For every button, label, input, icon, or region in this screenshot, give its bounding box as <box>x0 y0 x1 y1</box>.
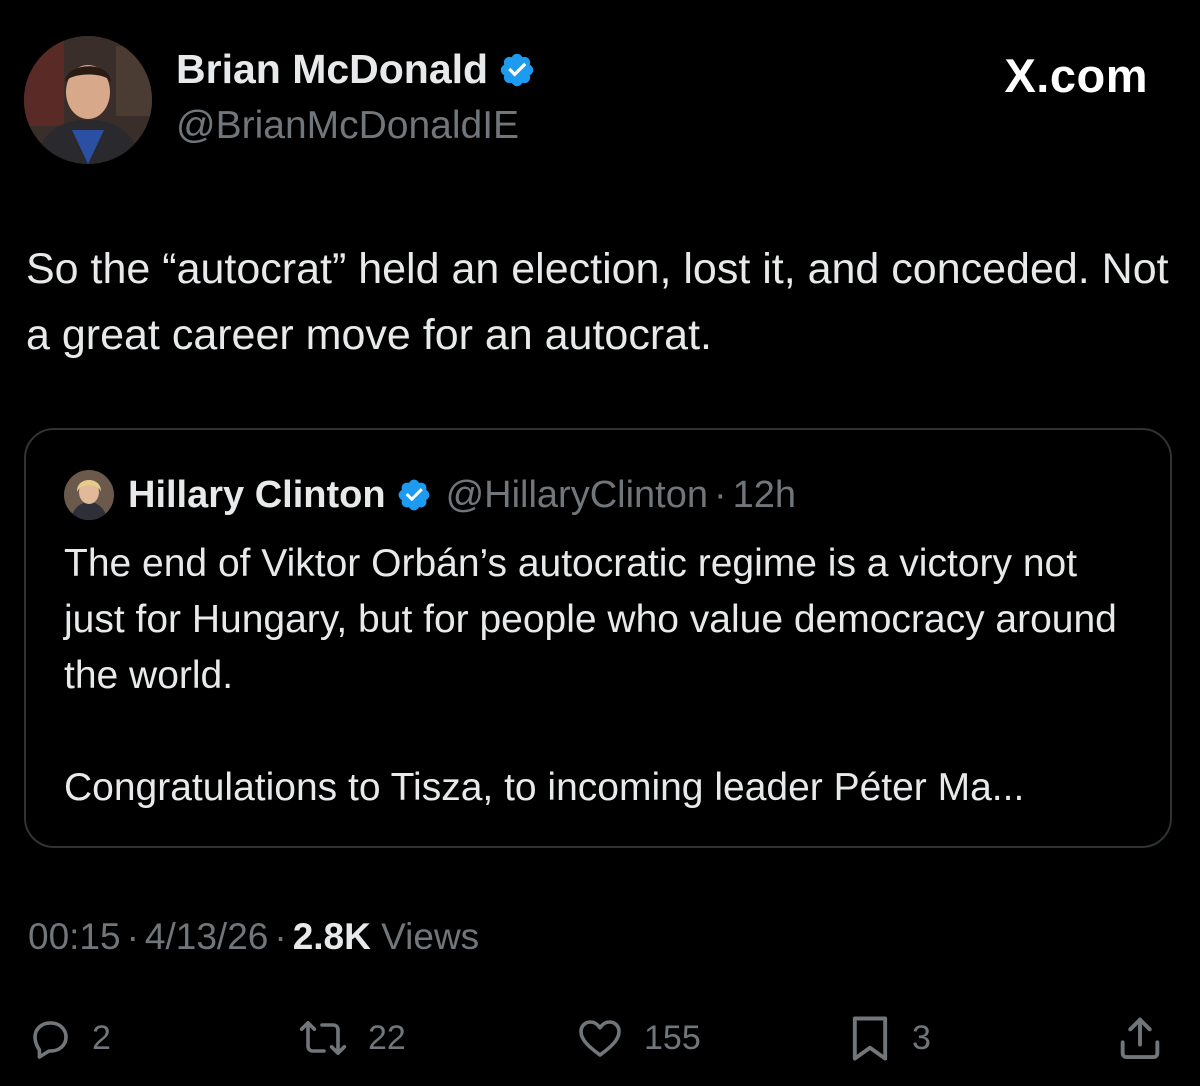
quote-author-handle[interactable]: @HillaryClinton <box>446 474 708 517</box>
quote-paragraph-1: The end of Viktor Orbán’s autocratic reg… <box>64 542 1117 697</box>
like-button[interactable]: 155 <box>574 1008 701 1068</box>
views-count: 2.8K <box>292 916 371 957</box>
author-handle[interactable]: @BrianMcDonaldIE <box>176 104 519 148</box>
action-bar: 2 22 155 3 <box>0 1008 1200 1068</box>
repost-count: 22 <box>368 1018 406 1057</box>
reply-icon <box>33 1021 68 1059</box>
post-time[interactable]: 00:15 <box>28 916 121 957</box>
author-name-row[interactable]: Brian McDonald <box>176 46 536 93</box>
quote-card[interactable]: Hillary Clinton @HillaryClinton · 12h Th… <box>24 428 1172 848</box>
repost-icon <box>299 1021 347 1055</box>
share-button[interactable] <box>1114 1008 1166 1068</box>
post-text: So the “autocrat” held an election, lost… <box>26 245 1169 359</box>
quote-text: The end of Viktor Orbán’s autocratic reg… <box>64 536 1144 816</box>
meta-separator: · <box>126 916 139 957</box>
like-icon <box>579 1020 621 1057</box>
quote-timestamp[interactable]: 12h <box>733 474 796 517</box>
verified-badge-icon[interactable] <box>498 51 536 89</box>
repost-button[interactable]: 22 <box>296 1008 406 1068</box>
post-date[interactable]: 4/13/26 <box>145 916 268 957</box>
reply-button[interactable]: 2 <box>26 1008 111 1068</box>
bookmark-button[interactable]: 3 <box>846 1008 931 1068</box>
quote-paragraph-2: Congratulations to Tisza, to incoming le… <box>64 766 1025 809</box>
meta-separator: · <box>274 916 287 957</box>
author-avatar[interactable] <box>24 36 152 164</box>
bookmark-icon <box>852 1016 888 1061</box>
quote-separator: · <box>714 473 727 516</box>
quote-header: Hillary Clinton @HillaryClinton · 12h <box>64 470 796 520</box>
author-avatar-image <box>24 36 152 164</box>
quote-author-name[interactable]: Hillary Clinton <box>128 474 386 517</box>
brand-label: X.com <box>1004 49 1148 102</box>
like-count: 155 <box>644 1018 701 1057</box>
quote-author-avatar[interactable] <box>64 470 114 520</box>
quote-verified-badge-icon <box>398 479 429 511</box>
author-name[interactable]: Brian McDonald <box>176 46 488 93</box>
quote-avatar-image <box>64 470 114 520</box>
share-icon <box>1120 1017 1160 1060</box>
reply-count: 2 <box>92 1018 111 1057</box>
post-meta: 00:15 · 4/13/26 · 2.8K Views <box>28 916 479 958</box>
views-label: Views <box>381 916 480 957</box>
bookmark-count: 3 <box>912 1018 931 1057</box>
